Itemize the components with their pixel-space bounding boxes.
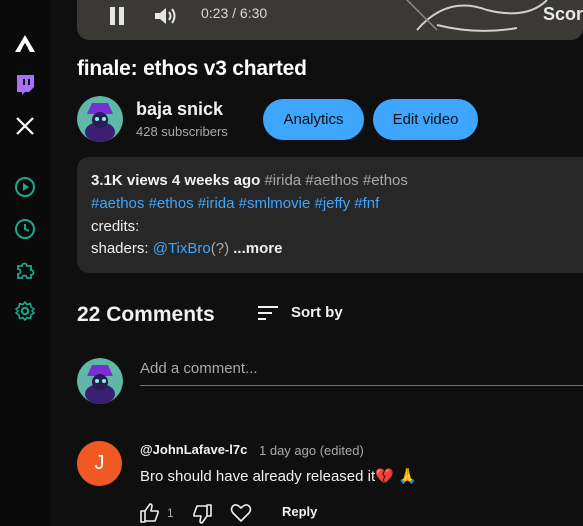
play-circle-icon[interactable]	[12, 174, 38, 200]
description-meta: 3.1K views 4 weeks ago #irida #aethos #e…	[91, 172, 408, 189]
subscriber-count: 428 subscribers	[136, 124, 228, 139]
comment-emojis: 💔 🙏	[375, 468, 417, 485]
comments-count: 22 Comments	[77, 303, 215, 326]
reply-button[interactable]: Reply	[282, 504, 317, 519]
hashtag-link[interactable]: #aethos	[91, 195, 144, 212]
credits-label: credits:	[91, 218, 140, 235]
app-logo-icon[interactable]	[12, 31, 38, 57]
channel-avatar[interactable]	[77, 96, 123, 142]
description-box[interactable]: 3.1K views 4 weeks ago #irida #aethos #e…	[77, 157, 583, 273]
comment-body: Bro should have already released it	[140, 468, 376, 485]
mention-link[interactable]: @TixBro	[153, 240, 211, 257]
comment-avatar[interactable]: J	[77, 441, 122, 486]
hashtag-link[interactable]: #fnf	[354, 195, 379, 212]
left-rail	[0, 0, 50, 526]
hashtag-link[interactable]: #irida	[198, 195, 235, 212]
heart-button[interactable]	[230, 503, 252, 526]
analytics-button[interactable]: Analytics	[263, 99, 364, 140]
puzzle-icon[interactable]	[12, 257, 38, 283]
edit-video-button[interactable]: Edit video	[373, 99, 478, 140]
hashtag-link[interactable]: #ethos	[149, 195, 194, 212]
view-count: 3.1K views	[91, 172, 168, 189]
clock-icon[interactable]	[12, 216, 38, 242]
like-count: 1	[167, 506, 174, 520]
user-avatar	[77, 358, 123, 404]
x-icon[interactable]	[12, 113, 38, 139]
hashtag-line: #aethos #ethos #irida #smlmovie #jeffy #…	[91, 195, 379, 212]
dislike-button[interactable]	[191, 503, 213, 526]
video-time: 0:23 / 6:30	[201, 5, 268, 21]
video-overlay-text: Scor	[542, 4, 583, 24]
heart-icon	[230, 504, 252, 522]
video-title: finale: ethos v3 charted	[77, 57, 307, 80]
gear-icon[interactable]	[12, 298, 38, 324]
sort-icon[interactable]	[258, 304, 280, 322]
like-button[interactable]	[139, 502, 161, 526]
top-hashtags[interactable]: #irida #aethos #ethos	[264, 172, 407, 189]
comment-time: 1 day ago (edited)	[259, 443, 364, 458]
twitch-icon[interactable]	[12, 72, 38, 98]
hashtag-link[interactable]: #jeffy	[315, 195, 351, 212]
add-comment-input[interactable]: Add a comment...	[140, 360, 583, 386]
thumbs-up-icon	[140, 503, 159, 523]
volume-button[interactable]	[153, 5, 179, 27]
upload-age: 4 weeks ago	[171, 172, 261, 189]
shaders-line: shaders: @TixBro(?) ...more	[91, 240, 282, 257]
shaders-suffix: (?)	[210, 240, 230, 257]
hashtag-link[interactable]: #smlmovie	[239, 195, 311, 212]
comment-author[interactable]: @JohnLafave-l7c	[140, 442, 247, 457]
show-more-button[interactable]: ...more	[233, 240, 282, 257]
pause-button[interactable]	[107, 5, 127, 27]
thumbs-down-icon	[193, 504, 212, 524]
channel-name[interactable]: baja snick	[136, 99, 223, 120]
shaders-label: shaders:	[91, 240, 149, 257]
video-player[interactable]: 0:23 / 6:30 Scor	[77, 0, 583, 40]
sort-by-button[interactable]: Sort by	[291, 304, 343, 321]
comment-text: Bro should have already released it💔 🙏	[140, 467, 417, 485]
